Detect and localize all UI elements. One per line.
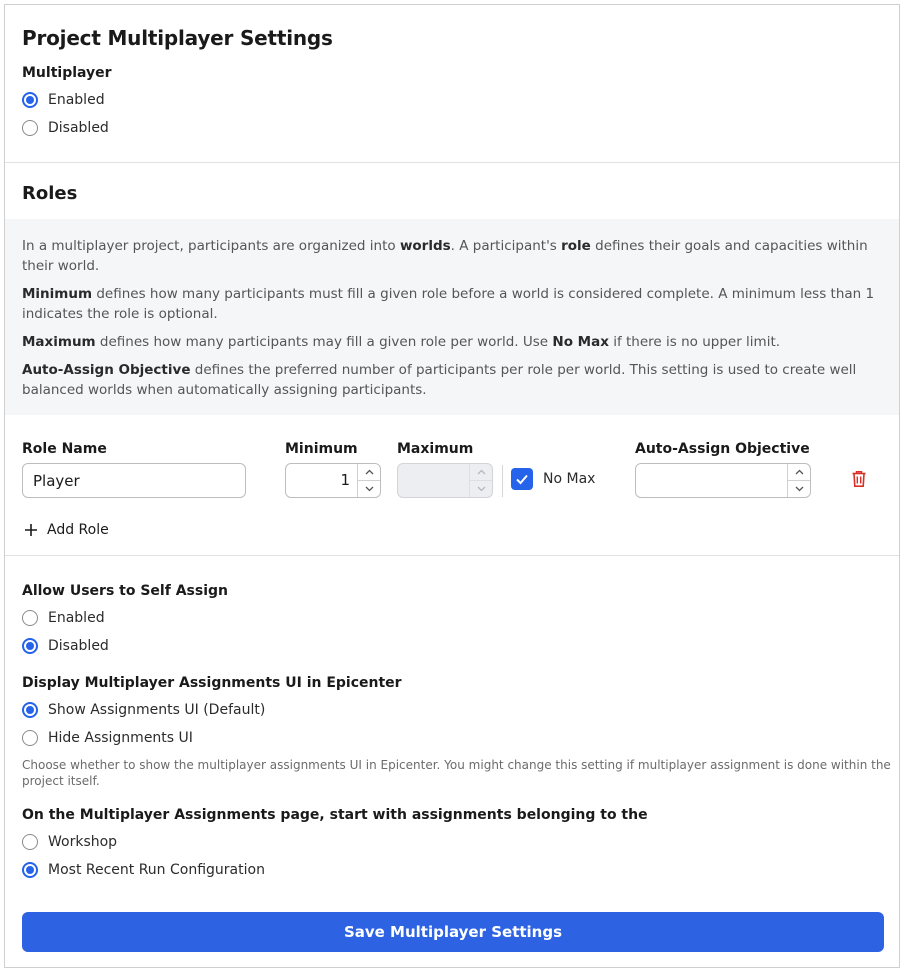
no-max-checkbox[interactable] <box>511 468 533 490</box>
chevron-down-icon[interactable] <box>788 481 810 498</box>
auto-assign-input[interactable] <box>635 463 811 498</box>
maximum-stepper <box>469 464 492 497</box>
radio-indicator <box>22 610 38 626</box>
radio-label: Show Assignments UI (Default) <box>48 702 266 718</box>
page-title: Project Multiplayer Settings <box>22 26 333 50</box>
radio-indicator <box>22 120 38 136</box>
chevron-down-icon[interactable] <box>358 481 380 498</box>
info-paragraph-worlds: In a multiplayer project, participants a… <box>22 238 868 274</box>
minimum-value: 1 <box>340 471 350 489</box>
self-assign-label: Allow Users to Self Assign <box>22 583 228 599</box>
most-recent-run-config-radio[interactable]: Most Recent Run Configuration <box>22 859 265 881</box>
add-role-button[interactable]: Add Role <box>24 520 109 540</box>
self-assign-enabled-radio[interactable]: Enabled <box>22 607 105 629</box>
chevron-down-icon <box>470 481 492 498</box>
minimum-input[interactable]: 1 <box>285 463 381 498</box>
radio-indicator <box>22 834 38 850</box>
radio-indicator <box>22 92 38 108</box>
column-header-role-name: Role Name <box>22 441 107 457</box>
show-assignments-ui-radio[interactable]: Show Assignments UI (Default) <box>22 699 265 721</box>
multiplayer-enabled-radio[interactable]: Enabled <box>22 89 105 111</box>
workshop-radio[interactable]: Workshop <box>22 831 117 853</box>
plus-icon <box>25 524 37 536</box>
column-header-maximum: Maximum <box>397 441 474 457</box>
delete-role-button[interactable] <box>848 467 870 491</box>
self-assign-disabled-radio[interactable]: Disabled <box>22 635 109 657</box>
radio-label: Disabled <box>48 120 109 136</box>
checkmark-icon <box>516 474 528 485</box>
display-ui-label: Display Multiplayer Assignments UI in Ep… <box>22 675 402 691</box>
multiplayer-disabled-radio[interactable]: Disabled <box>22 117 109 139</box>
trash-icon <box>852 471 866 487</box>
roles-title: Roles <box>22 183 78 204</box>
column-header-auto-assign: Auto-Assign Objective <box>635 441 810 457</box>
assignments-page-label: On the Multiplayer Assignments page, sta… <box>22 807 648 823</box>
radio-label: Enabled <box>48 610 105 626</box>
minimum-stepper <box>357 464 380 497</box>
info-paragraph-auto-assign: Auto-Assign Objective defines the prefer… <box>22 362 857 398</box>
chevron-up-icon <box>470 464 492 481</box>
radio-label: Most Recent Run Configuration <box>48 862 265 878</box>
settings-panel: Project Multiplayer Settings Multiplayer… <box>4 4 900 968</box>
info-paragraph-maximum: Maximum defines how many participants ma… <box>22 334 781 350</box>
column-header-minimum: Minimum <box>285 441 358 457</box>
roles-info-box: In a multiplayer project, participants a… <box>5 219 899 415</box>
maximum-input <box>397 463 493 498</box>
auto-assign-stepper <box>787 464 810 497</box>
info-paragraph-minimum: Minimum defines how many participants mu… <box>22 286 875 322</box>
divider <box>502 465 503 497</box>
radio-indicator <box>22 730 38 746</box>
role-name-input[interactable]: Player <box>22 463 246 498</box>
radio-label: Enabled <box>48 92 105 108</box>
add-role-label: Add Role <box>47 522 109 538</box>
radio-indicator <box>22 638 38 654</box>
divider <box>5 162 899 163</box>
chevron-up-icon[interactable] <box>358 464 380 481</box>
radio-label: Workshop <box>48 834 118 850</box>
display-ui-helper-text: Choose whether to show the multiplayer a… <box>22 758 891 788</box>
save-multiplayer-settings-button[interactable]: Save Multiplayer Settings <box>22 912 884 952</box>
radio-label: Hide Assignments UI <box>48 730 193 746</box>
hide-assignments-ui-radio[interactable]: Hide Assignments UI <box>22 727 193 749</box>
chevron-up-icon[interactable] <box>788 464 810 481</box>
multiplayer-label: Multiplayer <box>22 65 112 81</box>
radio-indicator <box>22 702 38 718</box>
no-max-label: No Max <box>543 471 596 487</box>
radio-indicator <box>22 862 38 878</box>
radio-label: Disabled <box>48 638 109 654</box>
divider <box>5 555 899 556</box>
